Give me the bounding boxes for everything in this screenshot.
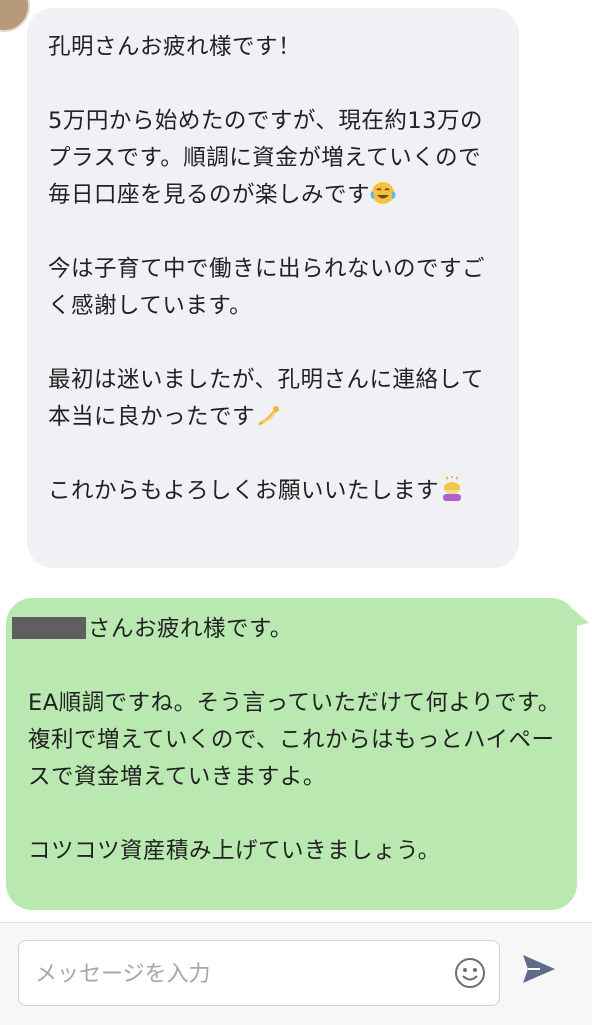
outgoing-line-greeting: さんお疲れ様です。 (88, 616, 293, 642)
send-arrow-icon[interactable] (520, 950, 558, 988)
smiley-icon[interactable] (453, 956, 487, 990)
sender-avatar[interactable] (0, 0, 30, 32)
incoming-paragraph-closing: これからもよろしくお願いいたします (48, 478, 440, 504)
outgoing-paragraph-ea: EA順調ですね。そう言っていただけて何よりです。 複利で増えていくので、これから… (28, 690, 561, 790)
person-bowing-icon (443, 476, 462, 501)
message-input[interactable] (33, 941, 437, 1007)
incoming-line-greeting: 孔明さんお疲れ様です！ (48, 34, 302, 60)
redacted-name (12, 617, 86, 639)
outgoing-paragraph-closing: コツコツ資産積み上げていきましょう。 (28, 838, 441, 864)
incoming-paragraph-profit: 5万円から始めたのですが、現在約13万のプラスです。順調に資金が増えていくので毎… (48, 108, 483, 208)
face-with-tears-of-joy-icon (370, 182, 396, 204)
outgoing-message-bubble[interactable]: さんお疲れ様です。 EA順調ですね。そう言っていただけて何よりです。 複利で増え… (6, 598, 577, 910)
message-input-box[interactable] (18, 940, 500, 1007)
incoming-message-bubble[interactable]: 孔明さんお疲れ様です！ 5万円から始めたのですが、現在約13万のプラスです。順調… (27, 8, 519, 568)
message-composer (0, 922, 592, 1025)
incoming-paragraph-childcare: 今は子育て中で働きに出られないのですごく感謝しています。 (48, 256, 486, 319)
dizzy-icon (258, 406, 280, 426)
chat-thread[interactable]: 孔明さんお疲れ様です！ 5万円から始めたのですが、現在約13万のプラスです。順調… (0, 0, 592, 922)
